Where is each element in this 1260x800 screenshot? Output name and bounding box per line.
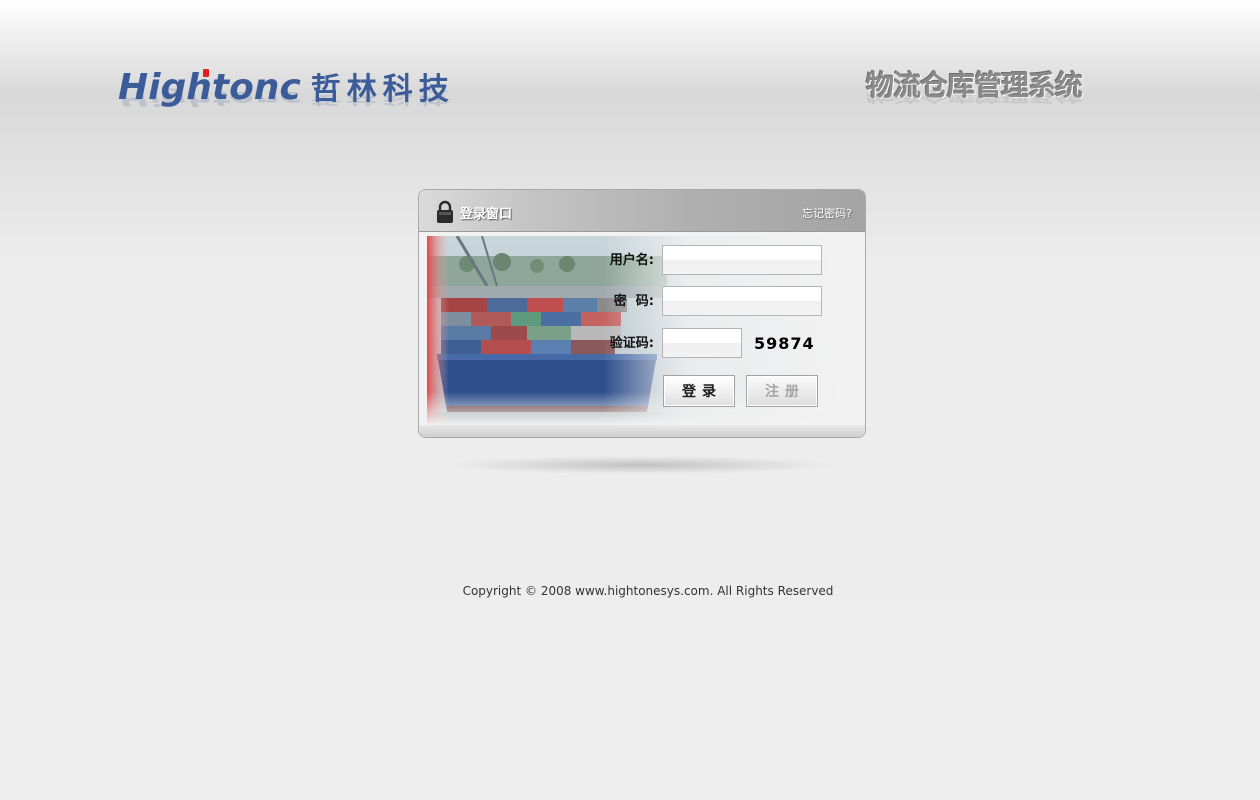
login-window-body: 用户名: 密 码: 验证码: 59874 登录 注册 xyxy=(419,232,865,428)
captcha-row: 验证码: 59874 xyxy=(419,328,865,360)
system-title-reflection: 物流仓库管理系统 xyxy=(866,88,1083,105)
login-window: 登录窗口 忘记密码? 用户名: 密 码: 验证码: 59874 登录 注册 xyxy=(418,189,866,438)
password-row: 密 码: xyxy=(419,286,865,318)
password-label: 密 码: xyxy=(613,294,654,309)
brand-reflection-cn: 哲林科技 xyxy=(310,87,455,107)
copyright-text: Copyright © 2008 www.hightonesys.com. Al… xyxy=(462,584,834,598)
username-row: 用户名: xyxy=(419,245,865,277)
captcha-label: 验证码: xyxy=(609,336,654,351)
username-label: 用户名: xyxy=(609,253,654,268)
forgot-password-link[interactable]: 忘记密码? xyxy=(802,205,852,221)
brand-logo: Hightonc 哲林科技 Hightonc 哲林科技 xyxy=(118,66,458,138)
login-window-title: 登录窗口 xyxy=(460,207,513,222)
button-row: 登录 注册 xyxy=(419,375,865,407)
brand-accent-dot xyxy=(203,69,209,77)
brand-reflection-latin: Hightonc xyxy=(118,86,301,110)
brand-reflection: Hightonc 哲林科技 xyxy=(118,85,455,110)
captcha-input[interactable] xyxy=(662,328,742,358)
captcha-image[interactable]: 59874 xyxy=(754,328,815,360)
lock-icon xyxy=(437,200,453,223)
password-input[interactable] xyxy=(662,286,822,316)
system-title: 物流仓库管理系统 物流仓库管理系统 xyxy=(866,66,1106,136)
register-button[interactable]: 注册 xyxy=(746,375,818,407)
login-button[interactable]: 登录 xyxy=(663,375,735,407)
login-window-footer xyxy=(419,425,865,437)
login-window-header: 登录窗口 忘记密码? xyxy=(419,190,865,232)
username-input[interactable] xyxy=(662,245,822,275)
login-window-shadow xyxy=(450,456,830,474)
